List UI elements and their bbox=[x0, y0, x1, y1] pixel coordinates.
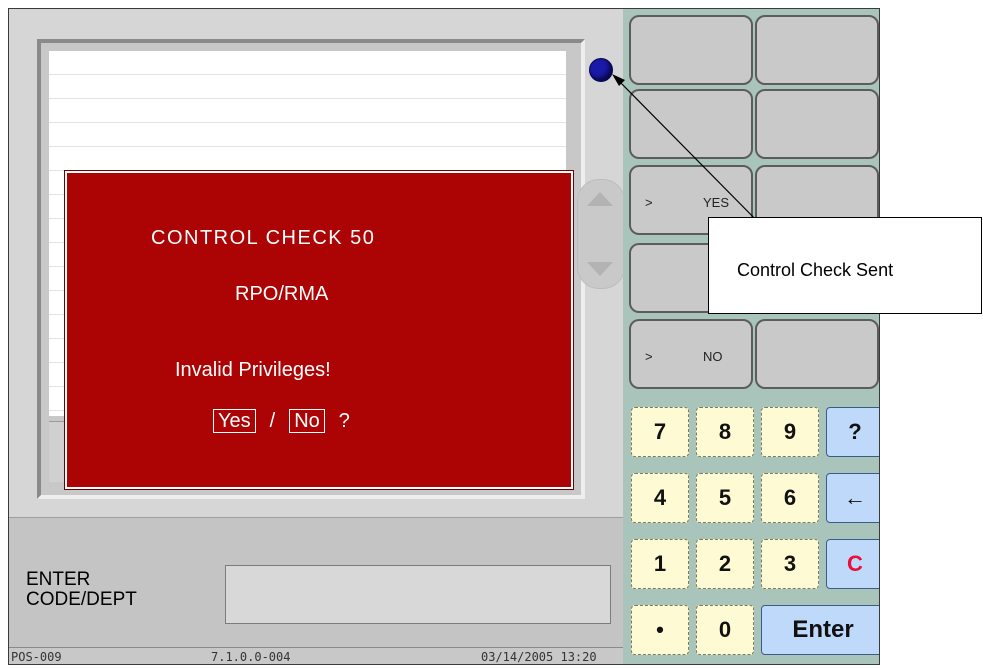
yes-key-arrow: > bbox=[645, 195, 653, 210]
terminal-id: POS-009 bbox=[11, 650, 62, 664]
dialog-no-option[interactable]: No bbox=[289, 409, 325, 433]
status-indicator-icon bbox=[589, 58, 613, 82]
yes-key-label: YES bbox=[703, 195, 730, 210]
control-check-dialog: CONTROL CHECK 50 RPO/RMA Invalid Privile… bbox=[64, 170, 574, 490]
scroll-down-icon[interactable] bbox=[587, 262, 613, 276]
enter-key[interactable]: Enter bbox=[761, 605, 879, 655]
dialog-yes-option[interactable]: Yes bbox=[213, 409, 256, 433]
dialog-title: CONTROL CHECK 50 bbox=[151, 227, 376, 249]
callout-text: Control Check Sent bbox=[737, 260, 894, 280]
prompt-line-1: ENTER bbox=[26, 569, 91, 590]
function-key-2[interactable] bbox=[755, 15, 879, 85]
no-key-label: NO bbox=[703, 349, 723, 364]
function-key-4[interactable] bbox=[755, 89, 879, 159]
key-0[interactable]: 0 bbox=[696, 605, 754, 655]
key-1[interactable]: 1 bbox=[631, 539, 689, 589]
function-key-10[interactable] bbox=[755, 319, 879, 389]
no-key[interactable]: > NO bbox=[629, 319, 753, 389]
no-key-arrow: > bbox=[645, 349, 653, 364]
dialog-question-mark: ? bbox=[338, 410, 350, 432]
function-key-1[interactable] bbox=[629, 15, 753, 85]
decimal-key[interactable]: • bbox=[631, 605, 689, 655]
key-9[interactable]: 9 bbox=[761, 407, 819, 457]
status-bar: POS-009 7.1.0.0-004 03/14/2005 13:20 bbox=[9, 647, 627, 664]
key-5[interactable]: 5 bbox=[696, 473, 754, 523]
function-key-3[interactable] bbox=[629, 89, 753, 159]
key-4[interactable]: 4 bbox=[631, 473, 689, 523]
pos-screen: CONTROL CHECK 50 RPO/RMA Invalid Privile… bbox=[8, 8, 880, 665]
prompt-line-2: CODE/DEPT bbox=[26, 589, 137, 610]
dialog-message: Invalid Privileges! bbox=[175, 359, 331, 381]
entry-area: ENTER CODE/DEPT bbox=[9, 517, 627, 652]
help-key[interactable]: ? bbox=[826, 407, 879, 457]
software-version: 7.1.0.0-004 bbox=[211, 650, 291, 664]
code-entry-field[interactable] bbox=[225, 565, 611, 624]
clear-key[interactable]: C bbox=[826, 539, 879, 589]
backspace-key-icon[interactable]: ← bbox=[826, 473, 879, 523]
key-3[interactable]: 3 bbox=[761, 539, 819, 589]
key-2[interactable]: 2 bbox=[696, 539, 754, 589]
scroll-up-icon[interactable] bbox=[587, 192, 613, 206]
key-7[interactable]: 7 bbox=[631, 407, 689, 457]
key-6[interactable]: 6 bbox=[761, 473, 819, 523]
dialog-separator: / bbox=[269, 410, 276, 432]
entry-prompt: ENTER CODE/DEPT bbox=[26, 570, 137, 610]
key-panel: > YES > NO 7 8 9 ? 4 5 6 ← 1 2 3 C • 0 Ent… bbox=[623, 9, 879, 664]
key-8[interactable]: 8 bbox=[696, 407, 754, 457]
annotation-callout: Control Check Sent bbox=[708, 217, 982, 314]
date-time: 03/14/2005 13:20 bbox=[481, 650, 597, 664]
